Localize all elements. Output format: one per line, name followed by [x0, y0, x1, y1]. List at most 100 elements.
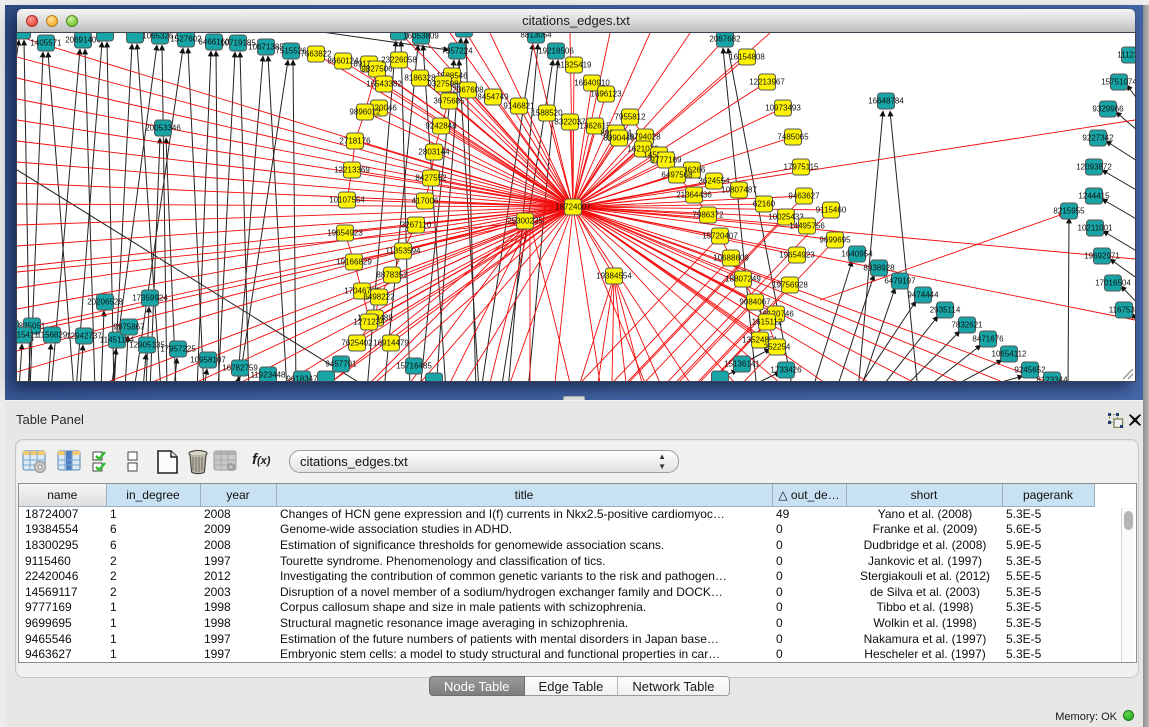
svg-text:9115460: 9115460	[816, 206, 847, 215]
svg-text:8938928: 8938928	[863, 264, 895, 273]
svg-text:17359924: 17359924	[132, 294, 168, 303]
svg-text:15751074: 15751074	[1101, 78, 1135, 87]
svg-text:14495756: 14495756	[789, 222, 825, 231]
svg-text:8471676: 8471676	[972, 335, 1004, 344]
svg-text:62160: 62160	[753, 200, 776, 209]
svg-text:6497568: 6497568	[661, 171, 693, 180]
svg-text:9975867: 9975867	[113, 323, 145, 332]
svg-text:6498222: 6498222	[363, 293, 395, 302]
svg-text:9329966: 9329966	[1092, 105, 1124, 114]
svg-text:7986372: 7986372	[692, 211, 724, 220]
svg-text:1405571: 1405571	[30, 39, 62, 48]
svg-text:9474444: 9474444	[907, 291, 939, 300]
svg-text:16543382: 16543382	[366, 80, 402, 89]
svg-text:17957225: 17957225	[160, 345, 196, 354]
svg-text:8427552: 8427552	[415, 174, 447, 183]
svg-text:8878352: 8878352	[376, 271, 408, 280]
svg-text:3915411: 3915411	[17, 331, 39, 340]
svg-text:2803144: 2803144	[418, 148, 450, 157]
svg-text:9242848: 9242848	[425, 122, 457, 131]
svg-text:1615112: 1615112	[752, 318, 783, 327]
svg-text:12093872: 12093872	[1076, 163, 1112, 172]
svg-text:9777169: 9777169	[650, 156, 682, 165]
svg-text:12942737: 12942737	[66, 332, 102, 341]
svg-text:9245652: 9245652	[1014, 366, 1046, 375]
svg-text:7832621: 7832621	[951, 321, 983, 330]
svg-text:18807249: 18807249	[725, 275, 761, 284]
svg-text:15136141: 15136141	[724, 360, 760, 369]
svg-text:10688609: 10688609	[713, 254, 749, 263]
svg-text:9896012: 9896012	[349, 108, 381, 117]
svg-text:19166829: 19166829	[336, 258, 372, 267]
svg-text:2935114: 2935114	[930, 306, 961, 315]
svg-text:12213369: 12213369	[334, 166, 370, 175]
svg-text:6479197: 6479197	[884, 277, 916, 286]
svg-text:2718176: 2718176	[339, 137, 371, 146]
svg-text:19384554: 19384554	[596, 272, 632, 281]
svg-text:8123344: 8123344	[1036, 376, 1068, 382]
svg-text:15716485: 15716485	[396, 362, 432, 371]
svg-text:1527602: 1527602	[170, 35, 202, 44]
svg-text:1588520: 1588520	[531, 109, 563, 118]
svg-text:11923448: 11923448	[251, 371, 287, 380]
svg-text:16154808: 16154808	[729, 53, 765, 62]
svg-text:9146821: 9146821	[503, 102, 535, 111]
svg-text:417006: 417006	[412, 197, 439, 206]
svg-text:19692971: 19692971	[1084, 252, 1120, 261]
svg-text:19756928: 19756928	[772, 281, 808, 290]
svg-text:10654112: 10654112	[992, 350, 1028, 359]
svg-text:1640954: 1640954	[841, 250, 873, 259]
svg-text:9699695: 9699695	[819, 236, 851, 245]
svg-text:1271234: 1271234	[353, 318, 385, 327]
svg-text:16648784: 16648784	[868, 97, 904, 106]
svg-text:10973493: 10973493	[765, 104, 801, 113]
svg-text:8454749: 8454749	[477, 93, 509, 102]
svg-text:19654923: 19654923	[327, 229, 363, 238]
svg-text:8215955: 8215955	[1053, 207, 1085, 216]
svg-text:20206528: 20206528	[87, 298, 123, 307]
svg-text:9463627: 9463627	[788, 192, 820, 201]
svg-text:252254: 252254	[764, 343, 791, 352]
svg-text:10807487: 10807487	[721, 186, 757, 195]
svg-text:19218506: 19218506	[538, 47, 574, 56]
svg-text:3267110: 3267110	[401, 221, 432, 230]
svg-text:18724007: 18724007	[555, 203, 591, 212]
svg-text:7955812: 7955812	[614, 113, 646, 122]
svg-text:16914479: 16914479	[373, 339, 409, 348]
svg-text:7485065: 7485065	[777, 133, 809, 142]
svg-text:9618347: 9618347	[286, 375, 318, 382]
svg-text:7357224: 7357224	[441, 47, 473, 56]
svg-text:19654923: 19654923	[779, 251, 815, 260]
svg-text:15720407: 15720407	[702, 232, 738, 241]
svg-text:17016504: 17016504	[1095, 279, 1131, 288]
svg-text:3624554: 3624554	[698, 177, 730, 186]
svg-text:25300235: 25300235	[507, 217, 543, 226]
svg-text:1696123: 1696123	[590, 90, 622, 99]
svg-text:1167533: 1167533	[1109, 306, 1135, 315]
svg-text:9827506: 9827506	[361, 65, 393, 74]
svg-text:17975115: 17975115	[784, 163, 820, 172]
svg-text:20053346: 20053346	[145, 124, 181, 133]
svg-text:1244415: 1244415	[1078, 192, 1110, 201]
svg-text:10958107: 10958107	[190, 356, 226, 365]
svg-text:111234: 111234	[1117, 51, 1135, 60]
svg-text:8813054: 8813054	[520, 33, 552, 40]
svg-text:20691406: 20691406	[65, 36, 101, 45]
svg-text:10211001: 10211001	[1078, 224, 1114, 233]
svg-text:3675685: 3675685	[433, 97, 465, 106]
svg-text:1733426: 1733426	[770, 366, 802, 375]
svg-text:9084067: 9084067	[739, 298, 771, 307]
svg-text:10107554: 10107554	[329, 196, 365, 205]
svg-text:16053809: 16053809	[403, 33, 439, 41]
svg-text:11325419: 11325419	[557, 61, 593, 70]
svg-text:23226058: 23226058	[381, 56, 417, 65]
svg-text:2087682: 2087682	[709, 35, 741, 44]
svg-text:1156829: 1156829	[37, 331, 68, 340]
svg-text:21364436: 21364436	[676, 191, 712, 200]
svg-text:6794028: 6794028	[629, 133, 661, 142]
svg-text:11353594: 11353594	[386, 247, 422, 256]
svg-text:9457791: 9457791	[325, 360, 357, 369]
svg-text:9227342: 9227342	[1082, 134, 1114, 143]
svg-text:7625402: 7625402	[341, 339, 373, 348]
svg-text:12213967: 12213967	[749, 78, 785, 87]
